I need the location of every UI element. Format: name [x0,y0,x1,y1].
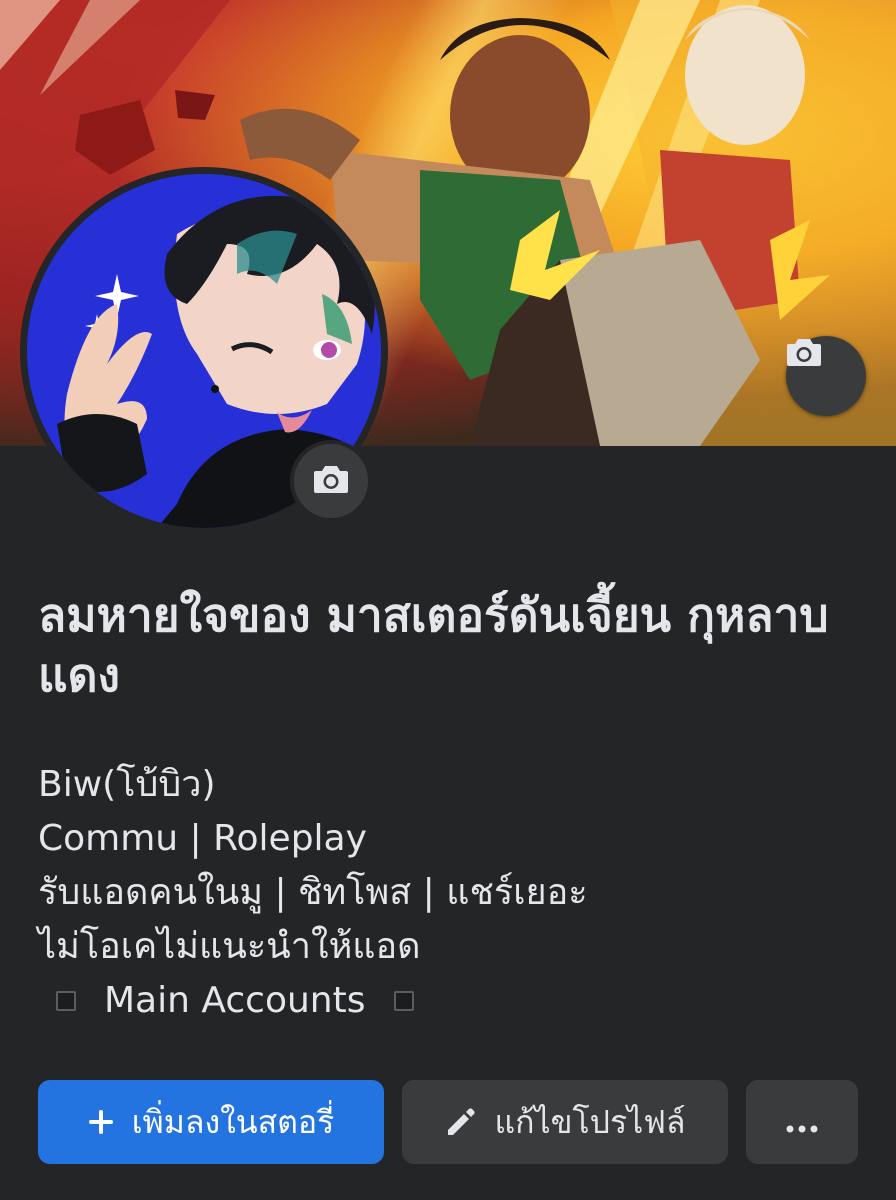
more-options-button[interactable] [746,1080,858,1164]
profile-actions: เพิ่มลงในสตอรี่ แก้ไขโปรไฟล์ [38,1080,858,1164]
main-accounts-label: Main Accounts [104,980,366,1021]
add-to-story-label: เพิ่มลงในสตอรี่ [131,1102,335,1141]
profile-bio: Biw(โบ้บิว) Commu | Roleplay รับแอดคนในม… [38,758,858,1028]
bio-line: Biw(โบ้บิว) [38,764,216,805]
plus-icon [88,1109,114,1135]
bio-line: รับแอดคนในมู | ชิทโพส | แชร์เยอะ [38,872,588,913]
add-to-story-button[interactable]: เพิ่มลงในสตอรี่ [38,1080,384,1164]
square-bullet-icon [393,991,414,1011]
more-dots-icon [786,1103,818,1141]
camera-icon [313,463,349,499]
bio-line: ไม่โอเคไม่แนะนำให้แอด [38,926,421,967]
profile-name: ลมหายใจของ มาสเตอร์ดันเจี้ยน กุหลาบแดง [38,588,829,702]
bio-main-accounts: Main Accounts [38,974,858,1028]
edit-profile-label: แก้ไขโปรไฟล์ [494,1102,686,1141]
square-bullet-icon [56,991,76,1011]
bio-line: Commu | Roleplay [38,818,367,859]
pencil-icon [444,1106,476,1138]
avatar-camera-button[interactable] [290,440,372,522]
edit-profile-button[interactable]: แก้ไขโปรไฟล์ [402,1080,728,1164]
cover-camera-button[interactable] [786,336,866,416]
